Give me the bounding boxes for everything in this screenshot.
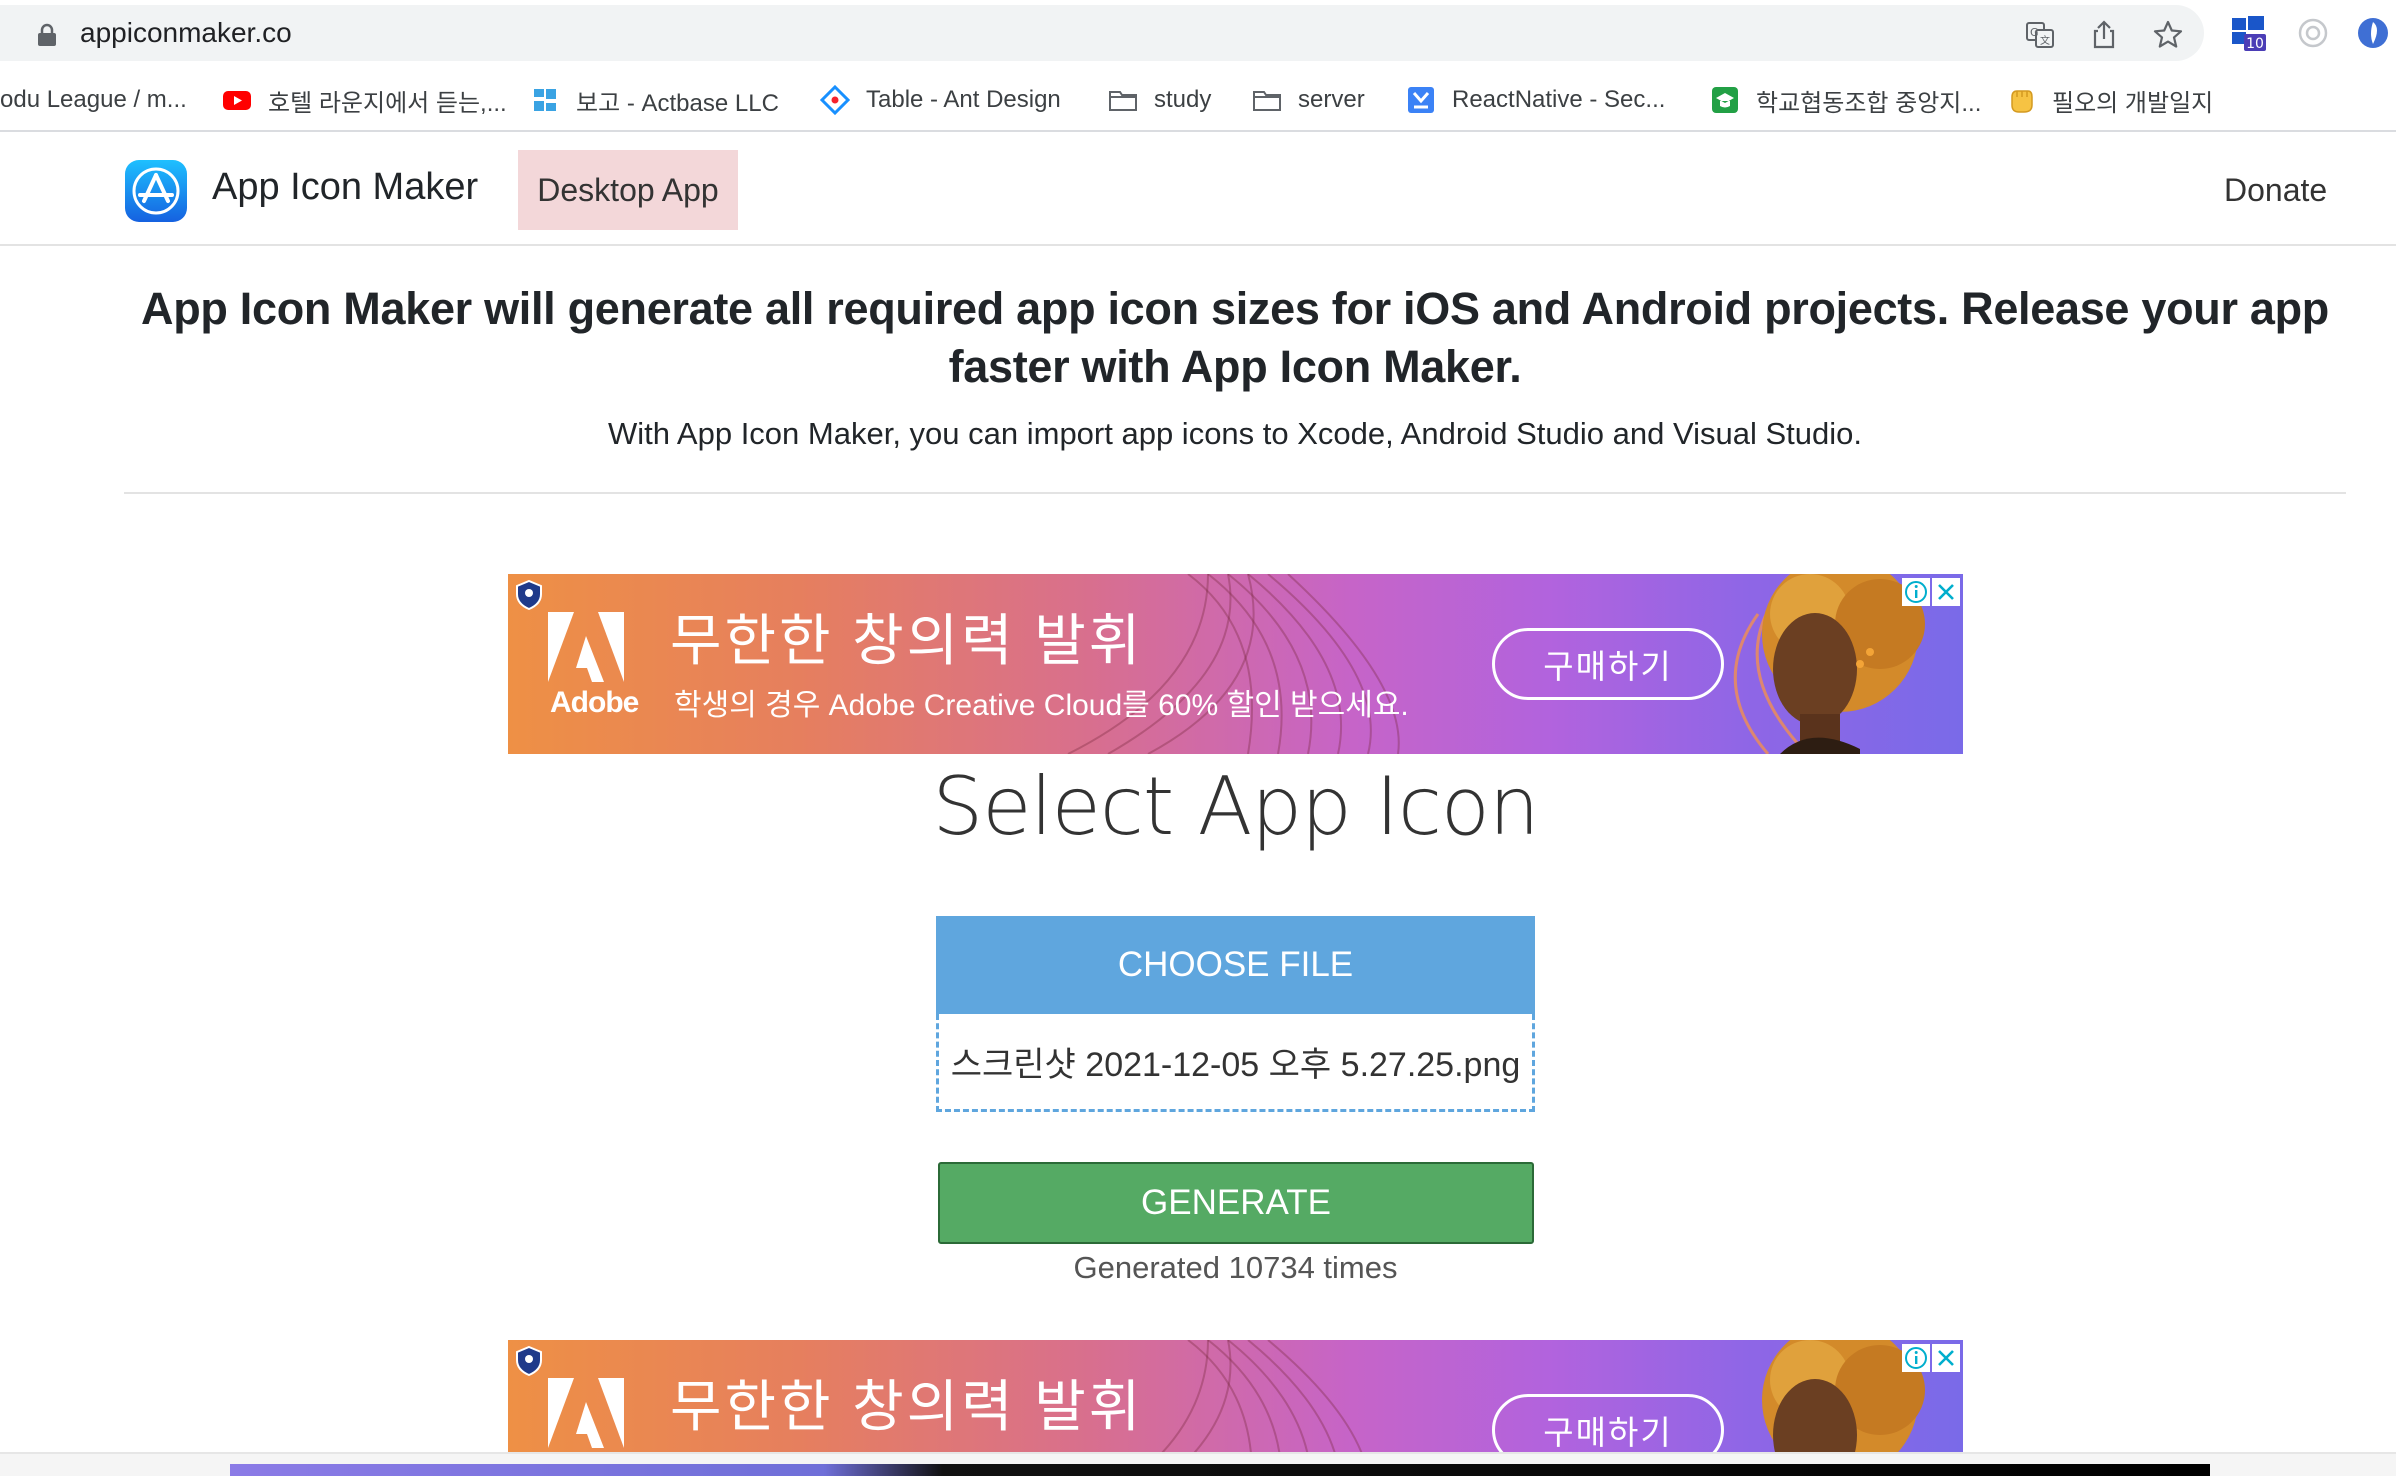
generate-button[interactable]: GENERATE bbox=[938, 1162, 1534, 1244]
share-icon[interactable] bbox=[2088, 19, 2120, 51]
ad-info-icon[interactable] bbox=[1902, 1344, 1930, 1372]
bookmark-item[interactable]: 필오의 개발일지 bbox=[2006, 82, 2213, 118]
browser-toolbar: appiconmaker.co G 文 10 odu League / m... bbox=[0, 0, 2396, 132]
selected-file-name[interactable]: 스크린샷 2021-12-05 오후 5.27.25.png bbox=[936, 1014, 1535, 1112]
select-app-icon-title: Select App Icon bbox=[932, 760, 1539, 853]
folder-icon bbox=[1109, 91, 1137, 111]
windows-extension-icon[interactable]: 10 bbox=[2230, 14, 2268, 52]
choose-file-button[interactable]: CHOOSE FILE bbox=[936, 916, 1535, 1014]
bookmark-label: 호텔 라운지에서 듣는,... bbox=[268, 89, 507, 117]
generated-count-text: Generated 10734 times bbox=[1073, 1250, 1398, 1285]
bookmark-folder[interactable]: study bbox=[1108, 82, 1211, 118]
ad-buy-button[interactable]: 구매하기 bbox=[1492, 628, 1724, 700]
lock-icon[interactable] bbox=[36, 23, 58, 47]
svg-text:文: 文 bbox=[2040, 34, 2050, 47]
donate-link[interactable]: Donate bbox=[2224, 172, 2327, 209]
ad-info-icon[interactable] bbox=[1902, 578, 1930, 606]
school-coop-icon bbox=[1712, 87, 1738, 113]
target-extension-icon[interactable] bbox=[2294, 14, 2332, 52]
ad-privacy-shield-icon[interactable] bbox=[516, 1346, 542, 1376]
sticky-ad-image[interactable] bbox=[230, 1464, 2210, 1476]
bookmark-item[interactable]: 보고 - Actbase LLC bbox=[530, 82, 779, 118]
brand-name[interactable]: App Icon Maker bbox=[212, 166, 478, 209]
bookmark-label: Table - Ant Design bbox=[866, 86, 1061, 113]
ad-close-icon[interactable] bbox=[1932, 578, 1960, 606]
ad-headline: 무한한 창의력 발휘 bbox=[670, 1375, 1144, 1438]
bookmark-label: study bbox=[1154, 86, 1212, 113]
bookmark-label: 학교협동조합 중앙지... bbox=[1756, 89, 1982, 117]
ad-body-text: 학생의 경우 Adobe Creative Cloud를 60% 할인 받으세요… bbox=[674, 689, 1409, 722]
actbase-icon bbox=[534, 89, 556, 111]
bookmark-item[interactable]: odu League / m... bbox=[0, 82, 187, 118]
hero-title: App Icon Maker will generate all require… bbox=[141, 283, 2329, 392]
adobe-logo-icon bbox=[548, 612, 624, 682]
bookmark-label: 보고 - Actbase LLC bbox=[576, 89, 779, 117]
extension-badge-count: 10 bbox=[2246, 36, 2264, 52]
bookmark-label: ReactNative - Sec... bbox=[1452, 86, 1666, 113]
adobe-ad-banner[interactable]: Adobe 무한한 창의력 발휘 학생의 경우 Adobe Creative C… bbox=[508, 574, 1963, 754]
site-navbar: App Icon Maker Desktop App Donate bbox=[0, 134, 2396, 246]
bookmark-label: server bbox=[1298, 86, 1365, 113]
reactnative-docs-icon bbox=[1408, 87, 1434, 113]
desktop-app-link[interactable]: Desktop App bbox=[518, 150, 738, 230]
youtube-icon bbox=[223, 91, 251, 110]
folder-icon bbox=[1253, 91, 1281, 111]
hero-subtitle: With App Icon Maker, you can import app … bbox=[608, 416, 1862, 451]
bookmarks-bar: odu League / m... 호텔 라운지에서 듣는,... 보고 - A… bbox=[0, 74, 2396, 124]
app-store-logo-icon[interactable] bbox=[124, 159, 188, 223]
profile-extension-icon[interactable] bbox=[2354, 14, 2392, 52]
bookmark-item[interactable]: 학교협동조합 중앙지... bbox=[1710, 82, 1981, 118]
divider bbox=[124, 492, 2346, 494]
ad-headline: 무한한 창의력 발휘 bbox=[670, 609, 1144, 672]
ad-close-icon[interactable] bbox=[1932, 1344, 1960, 1372]
adobe-ad-banner-bottom[interactable]: 무한한 창의력 발휘 구매하기 bbox=[508, 1340, 1963, 1452]
adobe-logo-icon bbox=[548, 1378, 624, 1448]
bookmark-label: 필오의 개발일지 bbox=[2052, 89, 2214, 117]
ad-buy-button[interactable]: 구매하기 bbox=[1492, 1394, 1724, 1452]
bookmark-item[interactable]: Table - Ant Design bbox=[820, 82, 1061, 118]
ad-privacy-shield-icon[interactable] bbox=[516, 580, 542, 610]
adobe-wordmark: Adobe bbox=[550, 686, 639, 719]
ant-design-icon bbox=[820, 85, 850, 115]
address-bar[interactable]: appiconmaker.co G 文 bbox=[0, 5, 2204, 61]
svg-text:G: G bbox=[2030, 26, 2039, 39]
fist-emoji-icon bbox=[2011, 90, 2033, 113]
bookmark-label: odu League / m... bbox=[0, 86, 187, 113]
bookmark-star-icon[interactable] bbox=[2152, 19, 2184, 51]
bookmark-folder[interactable]: server bbox=[1252, 82, 1365, 118]
bookmark-item[interactable]: ReactNative - Sec... bbox=[1406, 82, 1665, 118]
translate-icon[interactable]: G 文 bbox=[2024, 19, 2056, 51]
bookmark-item[interactable]: 호텔 라운지에서 듣는,... bbox=[222, 82, 507, 118]
url-text[interactable]: appiconmaker.co bbox=[80, 17, 292, 49]
